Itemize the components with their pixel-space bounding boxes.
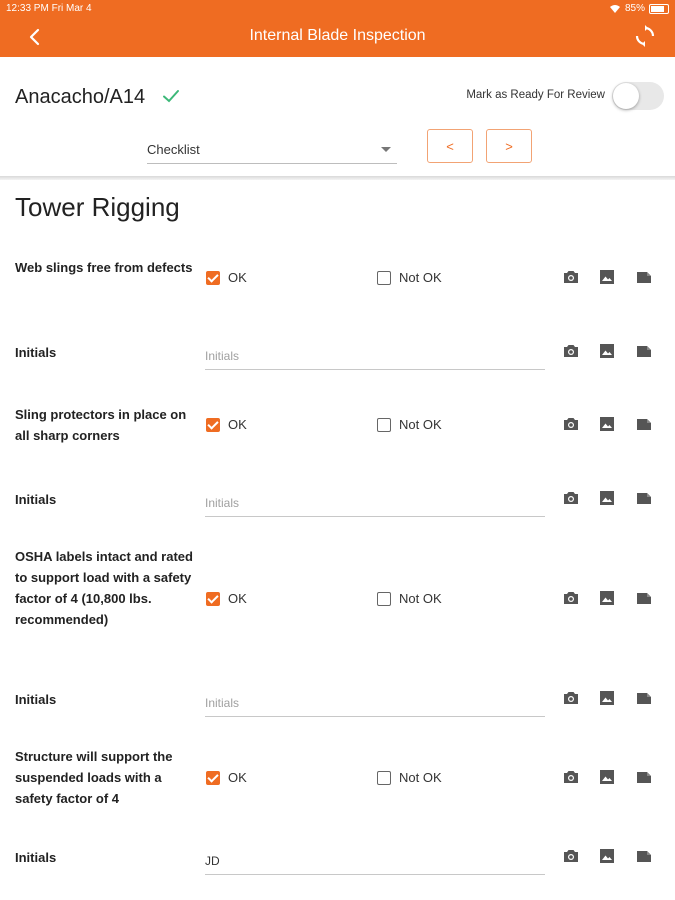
initials-field[interactable] xyxy=(205,490,545,517)
checkbox-checked xyxy=(206,770,220,785)
not-ok-checkbox[interactable]: Not OK xyxy=(377,417,442,432)
ok-checkbox[interactable]: OK xyxy=(206,270,247,285)
note-icon[interactable] xyxy=(635,415,653,433)
ok-label: OK xyxy=(228,591,247,606)
toggle-knob xyxy=(613,83,639,109)
section-title: Tower Rigging xyxy=(15,192,180,222)
checkbox-unchecked xyxy=(377,417,391,432)
checkbox-checked xyxy=(206,270,220,285)
status-indicators: 85% xyxy=(609,3,669,14)
checkbox-checked xyxy=(206,591,220,606)
initials-label: Initials xyxy=(15,692,57,707)
not-ok-checkbox[interactable]: Not OK xyxy=(377,770,442,785)
ok-label: OK xyxy=(228,270,247,285)
chevron-down-icon xyxy=(381,147,391,152)
not-ok-checkbox[interactable]: Not OK xyxy=(377,270,442,285)
ok-checkbox[interactable]: OK xyxy=(206,770,247,785)
image-icon[interactable] xyxy=(598,768,616,786)
image-icon[interactable] xyxy=(598,847,616,865)
initials-label: Initials xyxy=(15,492,57,507)
ready-for-review-label: Mark as Ready For Review xyxy=(466,89,605,101)
initials-field[interactable] xyxy=(205,848,545,875)
initials-field[interactable] xyxy=(205,343,545,370)
image-icon[interactable] xyxy=(598,589,616,607)
image-icon[interactable] xyxy=(598,689,616,707)
sync-icon[interactable] xyxy=(633,24,657,48)
ready-for-review-toggle[interactable] xyxy=(612,82,664,110)
initials-label: Initials xyxy=(15,850,57,865)
camera-icon[interactable] xyxy=(562,689,580,707)
status-time: 12:33 PM Fri Mar 4 xyxy=(6,3,92,14)
image-icon[interactable] xyxy=(598,268,616,286)
camera-icon[interactable] xyxy=(562,847,580,865)
ok-label: OK xyxy=(228,770,247,785)
dropdown-value: Checklist xyxy=(147,142,200,157)
camera-icon[interactable] xyxy=(562,268,580,286)
camera-icon[interactable] xyxy=(562,415,580,433)
item-question: Sling protectors in place on all sharp c… xyxy=(15,407,187,443)
page-title: Internal Blade Inspection xyxy=(249,27,426,44)
image-icon[interactable] xyxy=(598,342,616,360)
not-ok-checkbox[interactable]: Not OK xyxy=(377,591,442,606)
checkbox-unchecked xyxy=(377,270,391,285)
not-ok-label: Not OK xyxy=(399,417,442,432)
not-ok-label: Not OK xyxy=(399,591,442,606)
note-icon[interactable] xyxy=(635,689,653,707)
camera-icon[interactable] xyxy=(562,768,580,786)
item-question: OSHA labels intact and rated to support … xyxy=(15,549,193,627)
battery-percent: 85% xyxy=(624,3,645,14)
note-icon[interactable] xyxy=(635,847,653,865)
note-icon[interactable] xyxy=(635,589,653,607)
inspection-controls: Anacacho/A14 Mark as Ready For Review Ch… xyxy=(0,57,675,180)
image-icon[interactable] xyxy=(598,489,616,507)
camera-icon[interactable] xyxy=(562,342,580,360)
image-icon[interactable] xyxy=(598,415,616,433)
battery-icon xyxy=(649,3,669,14)
location-title: Anacacho/A14 xyxy=(15,86,146,108)
camera-icon[interactable] xyxy=(562,589,580,607)
checkbox-checked xyxy=(206,417,220,432)
ok-checkbox[interactable]: OK xyxy=(206,417,247,432)
ok-checkbox[interactable]: OK xyxy=(206,591,247,606)
item-question: Structure will support the suspended loa… xyxy=(15,749,173,806)
note-icon[interactable] xyxy=(635,489,653,507)
wifi-icon xyxy=(609,4,620,13)
not-ok-label: Not OK xyxy=(399,770,442,785)
ok-label: OK xyxy=(228,417,247,432)
initials-label: Initials xyxy=(15,345,57,360)
checkmark-icon xyxy=(163,90,179,103)
item-question: Web slings free from defects xyxy=(15,260,193,275)
previous-button[interactable]: < xyxy=(427,129,473,163)
checkbox-unchecked xyxy=(377,591,391,606)
app-header: 12:33 PM Fri Mar 4 85% Internal Blade In… xyxy=(0,0,675,57)
checklist-dropdown[interactable]: Checklist xyxy=(147,135,397,164)
checkbox-unchecked xyxy=(377,770,391,785)
note-icon[interactable] xyxy=(635,268,653,286)
note-icon[interactable] xyxy=(635,342,653,360)
next-button[interactable]: > xyxy=(486,129,532,163)
not-ok-label: Not OK xyxy=(399,270,442,285)
camera-icon[interactable] xyxy=(562,489,580,507)
note-icon[interactable] xyxy=(635,768,653,786)
initials-field[interactable] xyxy=(205,690,545,717)
